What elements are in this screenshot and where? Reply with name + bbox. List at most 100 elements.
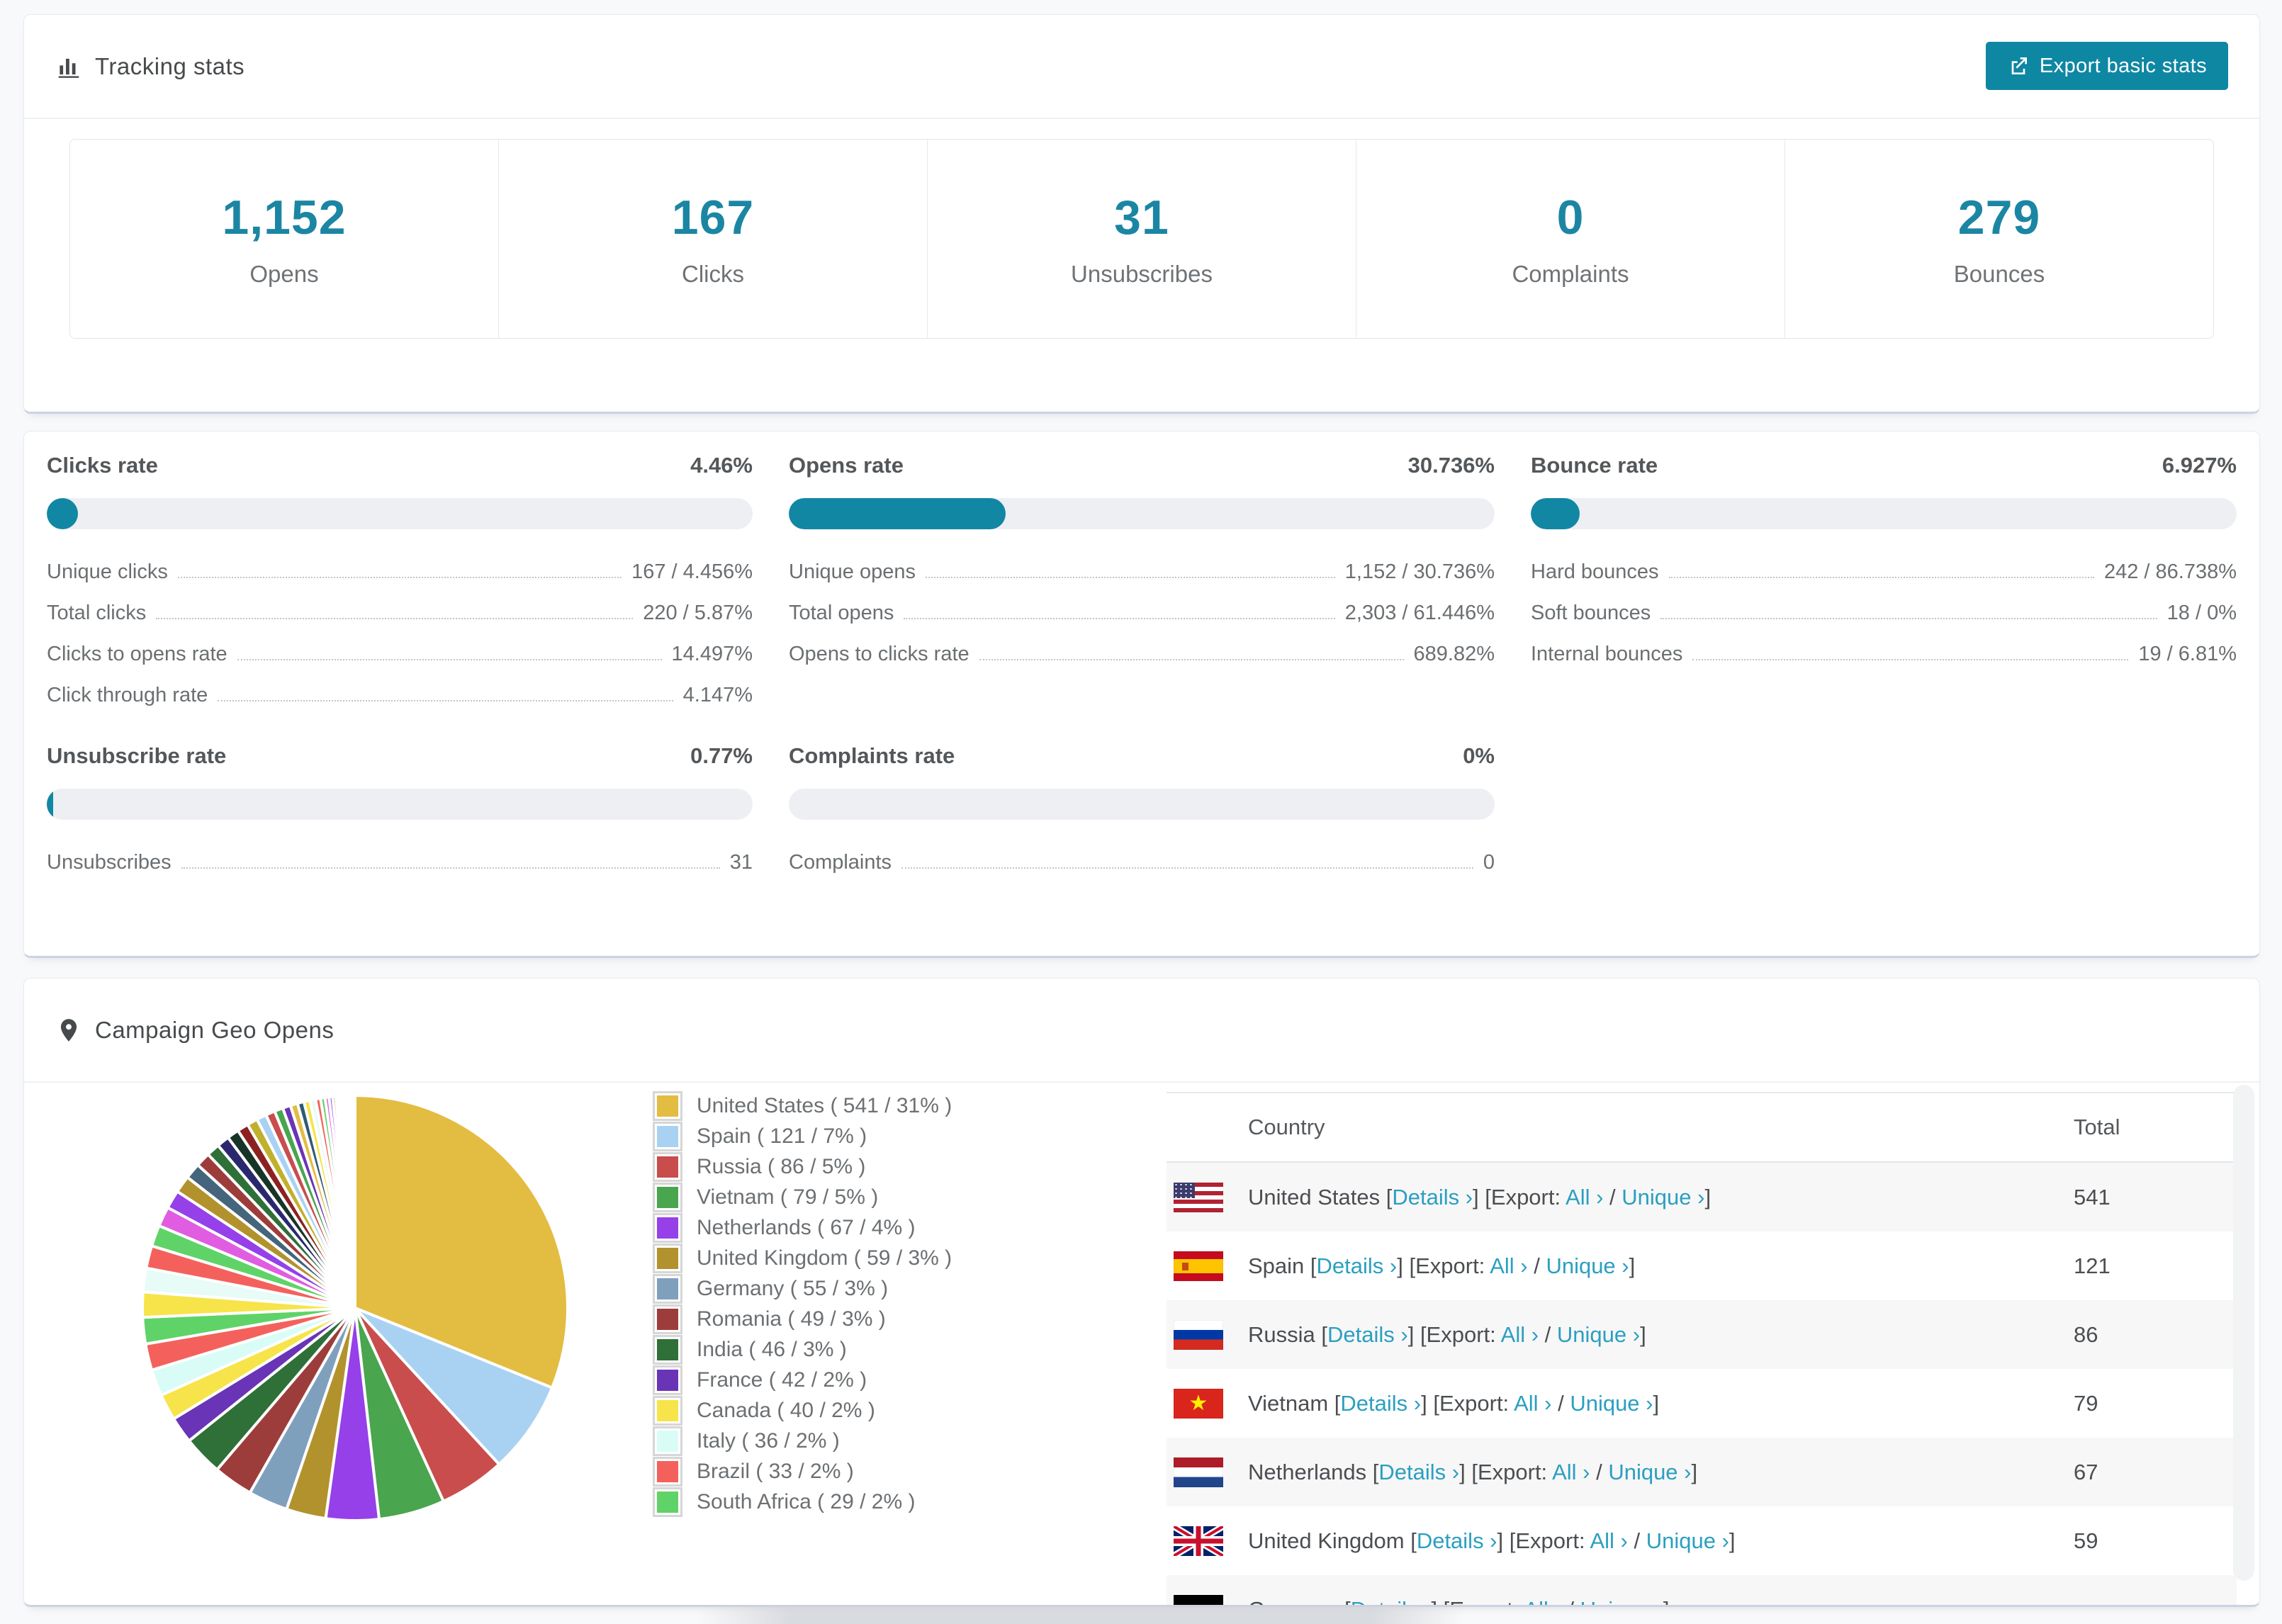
legend-swatch bbox=[653, 1487, 682, 1517]
geo-export-all-link[interactable]: All › bbox=[1514, 1391, 1551, 1416]
detail-row: Total opens 2,303 / 61.446% bbox=[789, 602, 1495, 625]
us-flag-icon bbox=[1174, 1182, 1223, 1212]
detail-label: Click through rate bbox=[47, 684, 208, 706]
bracket: ] bbox=[1663, 1597, 1670, 1606]
vn-flag-icon bbox=[1174, 1388, 1223, 1419]
bracket: ] bbox=[1473, 1184, 1485, 1209]
geo-details-link[interactable]: Details › bbox=[1378, 1460, 1459, 1484]
detail-label: Clicks to opens rate bbox=[47, 643, 227, 665]
total-cell: 86 bbox=[2074, 1321, 2098, 1347]
unsubscribe-rate-value: 0.77% bbox=[690, 743, 753, 768]
dotted-leader bbox=[979, 659, 1404, 660]
geo-table-body: United States [Details ›] [Export: All ›… bbox=[1167, 1163, 2237, 1606]
legend-label: Russia ( 86 / 5% ) bbox=[697, 1154, 866, 1178]
legend-item: Russia ( 86 / 5% ) bbox=[653, 1151, 952, 1182]
geo-export-unique-link[interactable]: Unique › bbox=[1557, 1322, 1640, 1347]
geo-export-unique-link[interactable]: Unique › bbox=[1621, 1185, 1704, 1209]
geo-export-all-link[interactable]: All › bbox=[1552, 1460, 1590, 1484]
bracket: ] bbox=[1640, 1321, 1646, 1347]
geo-details-link[interactable]: Details › bbox=[1327, 1322, 1408, 1347]
geo-details-link[interactable]: Details › bbox=[1417, 1528, 1497, 1553]
es-flag-icon bbox=[1174, 1251, 1223, 1281]
export-basic-stats-button[interactable]: Export basic stats bbox=[1985, 42, 2228, 90]
detail-value: 689.82% bbox=[1413, 643, 1495, 665]
slash-separator: / bbox=[1551, 1390, 1570, 1416]
detail-value: 220 / 5.87% bbox=[643, 602, 753, 624]
geo-export-unique-link[interactable]: Unique › bbox=[1570, 1391, 1653, 1416]
geo-export-unique-link[interactable]: Unique › bbox=[1646, 1528, 1729, 1553]
legend-swatch bbox=[653, 1456, 682, 1487]
detail-row: Click through rate 4.147% bbox=[47, 684, 753, 707]
total-cell: 67 bbox=[2074, 1459, 2098, 1484]
legend-swatch bbox=[653, 1121, 682, 1151]
stat-complaints-value: 0 bbox=[1556, 191, 1585, 244]
geo-export-unique-link[interactable]: Unique › bbox=[1580, 1597, 1663, 1606]
opens-rate-bar bbox=[789, 498, 1495, 529]
detail-label: Unique clicks bbox=[47, 560, 168, 583]
geo-table-row: United States [Details ›] [Export: All ›… bbox=[1167, 1163, 2237, 1231]
detail-row: Complaints 0 bbox=[789, 851, 1495, 874]
slash-separator: / bbox=[1527, 1253, 1546, 1278]
slash-separator: / bbox=[1562, 1597, 1580, 1606]
clicks-rate-value: 4.46% bbox=[690, 453, 753, 478]
geo-table-scrollbar-track[interactable] bbox=[2233, 1085, 2254, 1581]
stat-bounces: 279 Bounces bbox=[1784, 140, 2213, 338]
rates-card: Clicks rate 4.46% Unique clicks 167 / 4.4… bbox=[23, 431, 2260, 958]
stat-clicks-value: 167 bbox=[671, 191, 755, 244]
legend-label: India ( 46 / 3% ) bbox=[697, 1337, 847, 1361]
country-cell: United Kingdom [Details ›] [Export: All … bbox=[1248, 1528, 2074, 1554]
detail-value: 2,303 / 61.446% bbox=[1344, 602, 1495, 624]
detail-row: Hard bounces 242 / 86.738% bbox=[1531, 560, 2237, 584]
bounce-rate-title: Bounce rate bbox=[1531, 453, 1658, 478]
detail-row: Unique opens 1,152 / 30.736% bbox=[789, 560, 1495, 584]
country-name: Russia bbox=[1248, 1321, 1322, 1347]
legend-item: Netherlands ( 67 / 4% ) bbox=[653, 1212, 952, 1243]
stat-clicks: 167 Clicks bbox=[498, 140, 927, 338]
geo-title-text: Campaign Geo Opens bbox=[95, 1016, 335, 1043]
geo-export-all-link[interactable]: All › bbox=[1566, 1185, 1603, 1209]
geo-export-all-link[interactable]: All › bbox=[1501, 1322, 1539, 1347]
legend-swatch bbox=[653, 1273, 682, 1304]
tracking-stats-title: Tracking stats bbox=[55, 53, 244, 80]
dotted-leader bbox=[925, 577, 1335, 578]
legend-label: Netherlands ( 67 / 4% ) bbox=[697, 1215, 916, 1239]
export-basic-stats-label: Export basic stats bbox=[2039, 54, 2207, 77]
geo-export-unique-link[interactable]: Unique › bbox=[1608, 1460, 1691, 1484]
dotted-leader bbox=[177, 577, 622, 578]
geo-details-link[interactable]: Details › bbox=[1392, 1185, 1473, 1209]
legend-label: Canada ( 40 / 2% ) bbox=[697, 1398, 875, 1422]
bounce-rate-bar-fill bbox=[1531, 498, 1580, 529]
detail-value: 1,152 / 30.736% bbox=[1344, 560, 1495, 583]
geo-details-link[interactable]: Details › bbox=[1317, 1253, 1398, 1278]
legend-item: Spain ( 121 / 7% ) bbox=[653, 1121, 952, 1151]
tracking-stats-card: Tracking stats Export basic stats 1,152 … bbox=[23, 14, 2260, 414]
dotted-leader bbox=[181, 867, 720, 869]
geo-details-link[interactable]: Details › bbox=[1340, 1391, 1421, 1416]
dotted-leader bbox=[1668, 577, 2094, 578]
total-cell: 79 bbox=[2074, 1390, 2098, 1416]
country-name: United Kingdom bbox=[1248, 1528, 1411, 1553]
export-icon bbox=[2011, 57, 2027, 74]
flag-cell bbox=[1167, 1388, 1248, 1419]
export-prefix: [Export: bbox=[1409, 1253, 1490, 1278]
legend-label: United Kingdom ( 59 / 3% ) bbox=[697, 1246, 952, 1270]
slash-separator: / bbox=[1590, 1459, 1609, 1484]
bounce-rate-value: 6.927% bbox=[2162, 453, 2237, 478]
legend-label: Germany ( 55 / 3% ) bbox=[697, 1276, 889, 1300]
detail-label: Hard bounces bbox=[1531, 560, 1659, 583]
geo-export-all-link[interactable]: All › bbox=[1490, 1253, 1527, 1278]
country-name: Netherlands bbox=[1248, 1459, 1373, 1484]
legend-label: Brazil ( 33 / 2% ) bbox=[697, 1459, 854, 1483]
legend-label: Romania ( 49 / 3% ) bbox=[697, 1307, 886, 1331]
geo-export-all-link[interactable]: All › bbox=[1524, 1597, 1561, 1606]
geo-export-all-link[interactable]: All › bbox=[1590, 1528, 1627, 1553]
bracket: ] bbox=[1691, 1459, 1698, 1484]
geo-opens-table: Country Total United States [Details ›] … bbox=[1167, 1092, 2237, 1606]
geo-export-unique-link[interactable]: Unique › bbox=[1546, 1253, 1629, 1278]
bracket: ] bbox=[1421, 1390, 1434, 1416]
detail-label: Internal bounces bbox=[1531, 643, 1683, 665]
detail-row: Total clicks 220 / 5.87% bbox=[47, 602, 753, 625]
legend-label: Vietnam ( 79 / 5% ) bbox=[697, 1185, 879, 1209]
export-prefix: [Export: bbox=[1471, 1459, 1553, 1484]
geo-table-row: Vietnam [Details ›] [Export: All › / Uni… bbox=[1167, 1369, 2237, 1438]
